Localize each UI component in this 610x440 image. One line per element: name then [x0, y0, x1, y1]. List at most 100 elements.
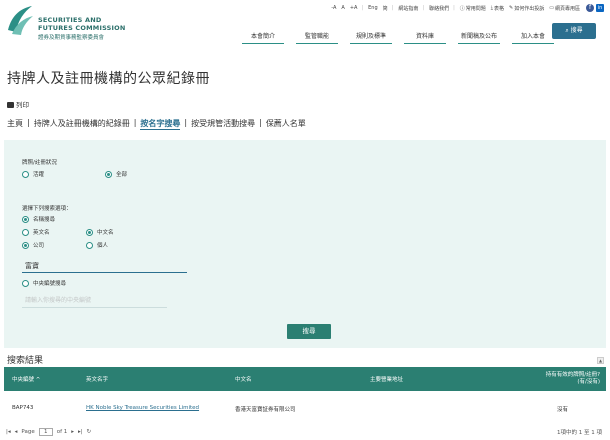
- monitor-icon: ▭: [549, 5, 554, 11]
- divider: |: [422, 5, 425, 11]
- col-license-status-line1: 持有有效的牌照/註冊?: [545, 372, 600, 378]
- subnav-register[interactable]: 持牌人及註冊機構的紀錄冊: [34, 118, 130, 130]
- faq-link[interactable]: 常用問題: [466, 5, 486, 12]
- complaint-link[interactable]: 如何作出投訴: [514, 5, 544, 12]
- cell-zh-name: 香港天富寶証券有限公司: [235, 407, 296, 413]
- radio-circle-selected: [105, 170, 112, 178]
- cell-ce: BAP743: [12, 405, 34, 411]
- subnav-search-by-name[interactable]: 按名字搜尋: [140, 118, 181, 130]
- breadcrumb: 主頁 | 持牌人及註冊機構的紀錄冊 | 按名字搜尋 | 按受規管活動搜尋 | 保…: [7, 118, 306, 130]
- cell-en-name-link[interactable]: HK Noble Sky Treasure Securities Limited: [86, 405, 199, 411]
- individual-radio[interactable]: 個人: [86, 241, 108, 249]
- header-search-label: 搜尋: [570, 27, 583, 34]
- table-row: BAP743 HK Noble Sky Treasure Securities …: [4, 391, 606, 425]
- sitemap-link[interactable]: 網站指南: [398, 5, 418, 12]
- ce-input[interactable]: 請輸入你搜尋的中央編號: [22, 296, 167, 308]
- utility-bar: -A A +A | Eng 简 | 網站指南 | 聯絡我們 | ⓘ 常用問題 ⤓…: [326, 3, 604, 13]
- report-link[interactable]: 網頁專用區: [555, 5, 580, 12]
- nav-database[interactable]: 資料庫: [398, 31, 452, 44]
- cell-license-status: 沒有: [556, 407, 568, 413]
- col-zh-name: 中文名: [235, 377, 252, 383]
- nav-news[interactable]: 新聞稿及公布: [452, 31, 506, 44]
- radio-label: 英文名: [33, 230, 50, 236]
- forms-link[interactable]: 表格: [494, 5, 504, 12]
- printer-icon: [7, 102, 14, 108]
- lang-sc-link[interactable]: 简: [383, 5, 388, 12]
- lang-en-link[interactable]: Eng: [368, 5, 378, 11]
- radio-label: 全部: [116, 172, 128, 178]
- radio-circle: [22, 228, 29, 236]
- col-address: 主要營業地址: [370, 377, 404, 383]
- chinese-name-radio[interactable]: 中文名: [86, 228, 114, 236]
- radio-label: 中文名: [97, 230, 114, 236]
- pager-summary: 1項中的 1 至 1 項: [557, 430, 602, 436]
- page-title: 持牌人及註冊機構的公眾紀錄冊: [7, 71, 210, 87]
- refresh-icon[interactable]: ↻: [87, 429, 92, 435]
- results-title: 搜索結果: [7, 356, 44, 366]
- print-label: 列印: [16, 101, 29, 109]
- next-page-icon[interactable]: ▸: [71, 429, 74, 435]
- radio-label: 活躍: [33, 172, 45, 178]
- logo-en-line1: SECURITIES AND: [38, 16, 102, 24]
- radio-label: 中央編號搜尋: [33, 281, 67, 287]
- choose-label: 選擇下列搜索選項：: [22, 206, 72, 212]
- table-header: 中央編號 ^ 英文名字 中文名 主要營業地址 持有有效的牌照/註冊? (有/沒有…: [4, 367, 606, 391]
- nav-regulatory[interactable]: 監管職能: [290, 31, 344, 44]
- english-name-radio[interactable]: 英文名: [22, 228, 50, 236]
- divider: |: [391, 5, 394, 11]
- prev-page-icon[interactable]: ◂: [15, 429, 18, 435]
- search-icon: ⌕: [565, 27, 569, 34]
- linkedin-icon[interactable]: in: [596, 4, 604, 12]
- search-submit-button[interactable]: 搜尋: [287, 324, 331, 339]
- header-search-button[interactable]: ⌕ 搜尋: [552, 23, 596, 39]
- sfc-logo-icon: [8, 6, 33, 35]
- contact-link[interactable]: 聯絡我們: [429, 5, 449, 12]
- divider: |: [259, 118, 262, 127]
- nav-rules[interactable]: 規則及標準: [344, 31, 398, 44]
- name-input[interactable]: 富寶: [22, 261, 187, 273]
- last-page-icon[interactable]: ▸|: [78, 429, 83, 435]
- radio-circle-selected: [22, 241, 29, 249]
- radio-circle-selected: [22, 215, 29, 223]
- font-small-button[interactable]: -A: [331, 5, 336, 11]
- status-all-radio[interactable]: 全部: [105, 170, 127, 178]
- col-license-status: 持有有效的牌照/註冊? (有/沒有): [546, 372, 600, 386]
- radio-label: 名稱搜尋: [33, 217, 56, 223]
- megaphone-icon: ✎: [509, 5, 514, 11]
- logo-zh: 證券及期貨事務監察委員會: [38, 35, 105, 41]
- col-license-status-line2: (有/沒有): [577, 379, 600, 385]
- page-of-label: of 1: [56, 429, 68, 435]
- faq-icon: ⓘ: [459, 5, 465, 12]
- collapse-icon[interactable]: ▲: [597, 357, 604, 364]
- radio-circle: [22, 170, 29, 178]
- font-medium-button[interactable]: A: [341, 5, 344, 11]
- status-label: 牌照/註冊狀況: [22, 160, 57, 166]
- subnav-sponsors[interactable]: 保薦人名單: [266, 118, 306, 130]
- col-ce-sortable[interactable]: 中央編號 ^: [12, 375, 40, 383]
- divider: |: [133, 118, 137, 127]
- radio-label: 公司: [33, 243, 45, 249]
- sfc-logo[interactable]: SECURITIES AND FUTURES COMMISSION 證券及期貨事…: [6, 4, 126, 41]
- by-name-radio[interactable]: 名稱搜尋: [22, 215, 55, 223]
- divider: |: [361, 5, 364, 11]
- radio-circle: [86, 241, 93, 249]
- company-radio[interactable]: 公司: [22, 241, 44, 249]
- print-link[interactable]: 列印: [7, 99, 29, 109]
- col-en-name: 英文名字: [86, 377, 109, 383]
- facebook-icon[interactable]: f: [586, 4, 594, 12]
- page-number-input[interactable]: 1: [38, 428, 53, 436]
- font-large-button[interactable]: +A: [350, 5, 358, 11]
- logo-en-line2: FUTURES COMMISSION: [38, 24, 126, 32]
- status-active-radio[interactable]: 活躍: [22, 170, 44, 178]
- radio-label: 個人: [97, 243, 109, 249]
- subnav-search-by-activity[interactable]: 按受規管活動搜尋: [191, 118, 255, 130]
- radio-circle: [22, 279, 29, 287]
- by-ce-radio[interactable]: 中央編號搜尋: [22, 279, 66, 287]
- divider: |: [184, 118, 188, 127]
- divider: |: [27, 118, 30, 127]
- divider: |: [453, 5, 455, 11]
- subnav-home[interactable]: 主頁: [7, 118, 23, 130]
- first-page-icon[interactable]: |◂: [6, 429, 11, 435]
- nav-about[interactable]: 本會簡介: [236, 31, 290, 44]
- radio-circle-selected: [86, 228, 93, 236]
